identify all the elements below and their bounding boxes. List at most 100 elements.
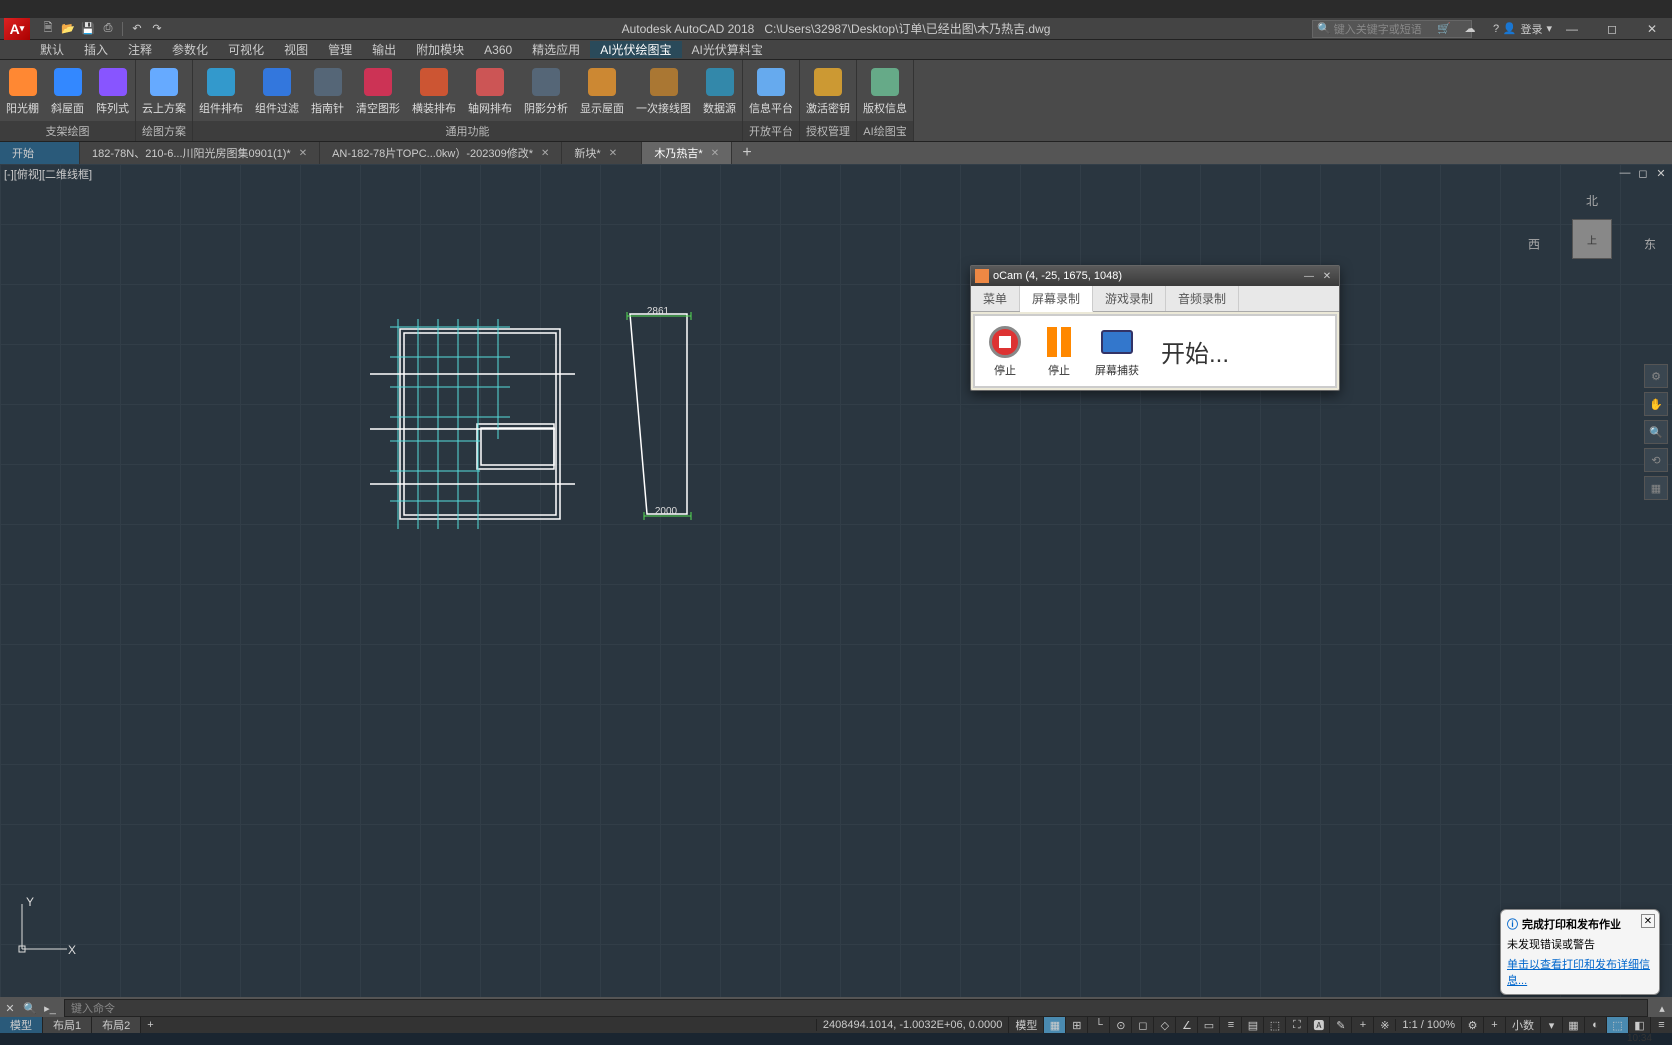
ribbon-指南针[interactable]: 指南针 bbox=[305, 60, 350, 121]
autoscale-toggle[interactable]: 🅰 bbox=[1307, 1017, 1329, 1033]
doctab-close-icon[interactable]: ✕ bbox=[541, 148, 549, 159]
doctab-close-icon[interactable]: ✕ bbox=[711, 148, 719, 159]
ribbon-信息平台[interactable]: 信息平台 bbox=[743, 60, 799, 121]
transparency-toggle[interactable]: ▤ bbox=[1241, 1017, 1263, 1033]
ribbon-组件排布[interactable]: 组件排布 bbox=[193, 60, 249, 121]
help-icon[interactable]: ? bbox=[1486, 20, 1506, 38]
nav-wheel-icon[interactable]: ⚙ bbox=[1644, 364, 1668, 388]
showmotion-icon[interactable]: ▦ bbox=[1644, 476, 1668, 500]
ribbon-阴影分析[interactable]: 阴影分析 bbox=[518, 60, 574, 121]
ocam-titlebar[interactable]: oCam (4, -25, 1675, 1048) — ✕ bbox=[971, 266, 1339, 286]
app-logo[interactable]: A▾ bbox=[4, 18, 30, 40]
menu-item-A360[interactable]: A360 bbox=[474, 43, 522, 57]
doctab-182-78N、210-6...川阳光房图集0901(1)*[interactable]: 182-78N、210-6...川阳光房图集0901(1)*✕ bbox=[80, 142, 320, 164]
drawing-area[interactable]: [-][俯视][二维线框] — ◻ ✕ bbox=[0, 164, 1672, 997]
menu-item-注释[interactable]: 注释 bbox=[118, 41, 162, 58]
menu-item-插入[interactable]: 插入 bbox=[74, 41, 118, 58]
cmd-close-icon[interactable]: ✕ bbox=[0, 998, 20, 1018]
gear-icon[interactable]: ⚙ bbox=[1461, 1017, 1483, 1033]
redo-icon[interactable]: ↷ bbox=[147, 20, 167, 38]
new-icon[interactable]: 🗎 bbox=[38, 20, 58, 38]
ribbon-数据源[interactable]: 数据源 bbox=[697, 60, 742, 121]
balloon-link[interactable]: 单击以查看打印和发布详细信息... bbox=[1507, 956, 1653, 988]
annomon-toggle[interactable]: + bbox=[1351, 1017, 1373, 1033]
lwt-toggle[interactable]: ≡ bbox=[1219, 1017, 1241, 1033]
ribbon-阳光棚[interactable]: 阳光棚 bbox=[0, 60, 45, 121]
menu-item-输出[interactable]: 输出 bbox=[362, 41, 406, 58]
login-button[interactable]: 👤登录 ▾ bbox=[1503, 21, 1552, 37]
saveas-icon[interactable]: ⎙ bbox=[98, 20, 118, 38]
clean-screen-icon[interactable]: ⬚ bbox=[1606, 1017, 1628, 1033]
menu-item-管理[interactable]: 管理 bbox=[318, 41, 362, 58]
new-tab-button[interactable]: + bbox=[736, 143, 758, 163]
ocam-capture-button[interactable]: 屏幕捕获 bbox=[1089, 322, 1145, 380]
menu-item-AI光伏算料宝[interactable]: AI光伏算料宝 bbox=[682, 41, 773, 58]
customize-icon[interactable]: ≡ bbox=[1650, 1017, 1672, 1033]
grid-toggle[interactable]: ▦ bbox=[1043, 1017, 1065, 1033]
units-display[interactable]: 小数 bbox=[1505, 1017, 1540, 1033]
viewcube-top-face[interactable]: 上 bbox=[1572, 219, 1612, 259]
ribbon-一次接线图[interactable]: 一次接线图 bbox=[630, 60, 697, 121]
ribbon-斜屋面[interactable]: 斜屋面 bbox=[45, 60, 90, 121]
ocam-tab-屏幕录制[interactable]: 屏幕录制 bbox=[1020, 286, 1093, 312]
undo-icon[interactable]: ↶ bbox=[127, 20, 147, 38]
ocam-window[interactable]: oCam (4, -25, 1675, 1048) — ✕ 菜单屏幕录制游戏录制… bbox=[970, 265, 1340, 391]
osnap-toggle[interactable]: ◻ bbox=[1131, 1017, 1153, 1033]
orbit-icon[interactable]: ⟲ bbox=[1644, 448, 1668, 472]
ribbon-组件过滤[interactable]: 组件过滤 bbox=[249, 60, 305, 121]
open-icon[interactable]: 📂 bbox=[58, 20, 78, 38]
exchange-icon[interactable]: 🛒 bbox=[1434, 20, 1454, 38]
menu-item-视图[interactable]: 视图 bbox=[274, 41, 318, 58]
layout-tab-布局2[interactable]: 布局2 bbox=[92, 1017, 141, 1033]
ribbon-版权信息[interactable]: 版权信息 bbox=[857, 60, 913, 121]
dyn-toggle[interactable]: ▭ bbox=[1197, 1017, 1219, 1033]
ribbon-横装排布[interactable]: 横装排布 bbox=[406, 60, 462, 121]
doctab-新块*[interactable]: 新块*✕ bbox=[562, 142, 642, 164]
zoom-icon[interactable]: 🔍 bbox=[1644, 420, 1668, 444]
ocam-close-button[interactable]: ✕ bbox=[1319, 269, 1335, 283]
maximize-button[interactable]: ◻ bbox=[1592, 19, 1632, 39]
cycling-toggle[interactable]: ⬚ bbox=[1263, 1017, 1285, 1033]
quick-view-icon[interactable]: ▾ bbox=[1540, 1017, 1562, 1033]
doctab-close-icon[interactable]: ✕ bbox=[609, 148, 617, 159]
polar-toggle[interactable]: ⊙ bbox=[1109, 1017, 1131, 1033]
doctab-AN-182-78片TOPC...0kw）-202309修改*[interactable]: AN-182-78片TOPC...0kw）-202309修改*✕ bbox=[320, 142, 562, 164]
ribbon-阵列式[interactable]: 阵列式 bbox=[90, 60, 135, 121]
menu-item-精选应用[interactable]: 精选应用 bbox=[522, 41, 590, 58]
close-button[interactable]: ✕ bbox=[1632, 19, 1672, 39]
layout-tab-模型[interactable]: 模型 bbox=[0, 1017, 43, 1033]
pan-icon[interactable]: ✋ bbox=[1644, 392, 1668, 416]
cmd-expand-icon[interactable]: ▴ bbox=[1652, 998, 1672, 1018]
menu-item-参数化[interactable]: 参数化 bbox=[162, 41, 218, 58]
doctab-close-icon[interactable]: ✕ bbox=[299, 148, 307, 159]
ribbon-显示屋面[interactable]: 显示屋面 bbox=[574, 60, 630, 121]
save-icon[interactable]: 💾 bbox=[78, 20, 98, 38]
ribbon-云上方案[interactable]: 云上方案 bbox=[136, 60, 192, 121]
ribbon-轴网排布[interactable]: 轴网排布 bbox=[462, 60, 518, 121]
graphics-icon[interactable]: ◐ bbox=[1584, 1017, 1606, 1033]
annotation-toggle[interactable]: ⛶ bbox=[1285, 1017, 1307, 1033]
layout-icon[interactable]: ▦ bbox=[1562, 1017, 1584, 1033]
workspace-toggle[interactable]: ✎ bbox=[1329, 1017, 1351, 1033]
3dosnap-toggle[interactable]: ◇ bbox=[1153, 1017, 1175, 1033]
a360-icon[interactable]: ☁ bbox=[1460, 20, 1480, 38]
command-input[interactable]: 键入命令 bbox=[64, 999, 1648, 1017]
scale-display[interactable]: 1:1 / 100% bbox=[1395, 1019, 1461, 1031]
ocam-stop-button[interactable]: 停止 bbox=[981, 322, 1029, 380]
ocam-tab-菜单[interactable]: 菜单 bbox=[971, 286, 1020, 311]
menu-item-附加模块[interactable]: 附加模块 bbox=[406, 41, 474, 58]
model-label[interactable]: 模型 bbox=[1008, 1017, 1043, 1033]
menu-item-默认[interactable]: 默认 bbox=[30, 41, 74, 58]
doctab-开始[interactable]: 开始 bbox=[0, 142, 80, 164]
ocam-tab-游戏录制[interactable]: 游戏录制 bbox=[1093, 286, 1166, 311]
balloon-close-button[interactable]: ✕ bbox=[1641, 914, 1655, 928]
layout-tab-布局1[interactable]: 布局1 bbox=[43, 1017, 92, 1033]
minimize-button[interactable]: — bbox=[1552, 19, 1592, 39]
ocam-tab-音频录制[interactable]: 音频录制 bbox=[1166, 286, 1239, 311]
doctab-木乃热吉*[interactable]: 木乃热吉*✕ bbox=[642, 142, 732, 164]
menu-item-可视化[interactable]: 可视化 bbox=[218, 41, 274, 58]
cmd-recent-icon[interactable]: 🔍 bbox=[20, 998, 40, 1018]
otrack-toggle[interactable]: ∠ bbox=[1175, 1017, 1197, 1033]
ocam-pause-button[interactable]: 停止 bbox=[1035, 322, 1083, 380]
ribbon-激活密钥[interactable]: 激活密钥 bbox=[800, 60, 856, 121]
